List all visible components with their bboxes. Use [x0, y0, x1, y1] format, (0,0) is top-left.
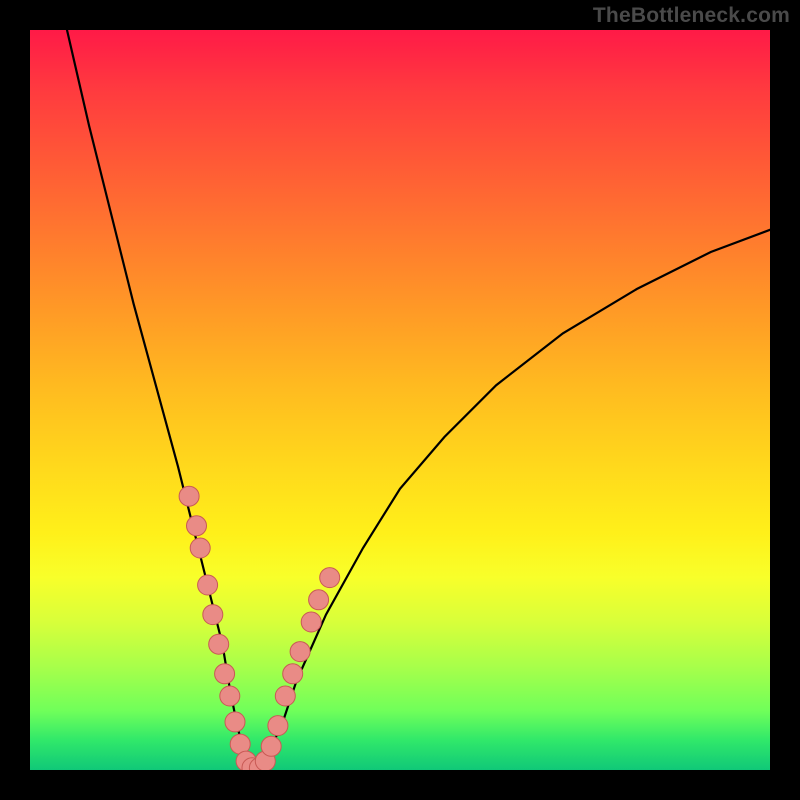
- watermark-text: TheBottleneck.com: [593, 4, 790, 28]
- bottleneck-curve: [67, 30, 770, 770]
- curve-marker: [268, 716, 288, 736]
- curve-marker: [261, 736, 281, 756]
- curve-markers: [179, 486, 340, 770]
- chart-svg: [30, 30, 770, 770]
- curve-marker: [301, 612, 321, 632]
- curve-marker: [290, 642, 310, 662]
- curve-marker: [203, 605, 223, 625]
- curve-marker: [190, 538, 210, 558]
- curve-marker: [320, 568, 340, 588]
- curve-marker: [215, 664, 235, 684]
- curve-marker: [179, 486, 199, 506]
- curve-marker: [198, 575, 218, 595]
- curve-marker: [275, 686, 295, 706]
- curve-marker: [309, 590, 329, 610]
- curve-marker: [225, 712, 245, 732]
- chart-frame: TheBottleneck.com: [0, 0, 800, 800]
- curve-marker: [187, 516, 207, 536]
- plot-area: [30, 30, 770, 770]
- curve-marker: [283, 664, 303, 684]
- curve-marker: [220, 686, 240, 706]
- curve-marker: [209, 634, 229, 654]
